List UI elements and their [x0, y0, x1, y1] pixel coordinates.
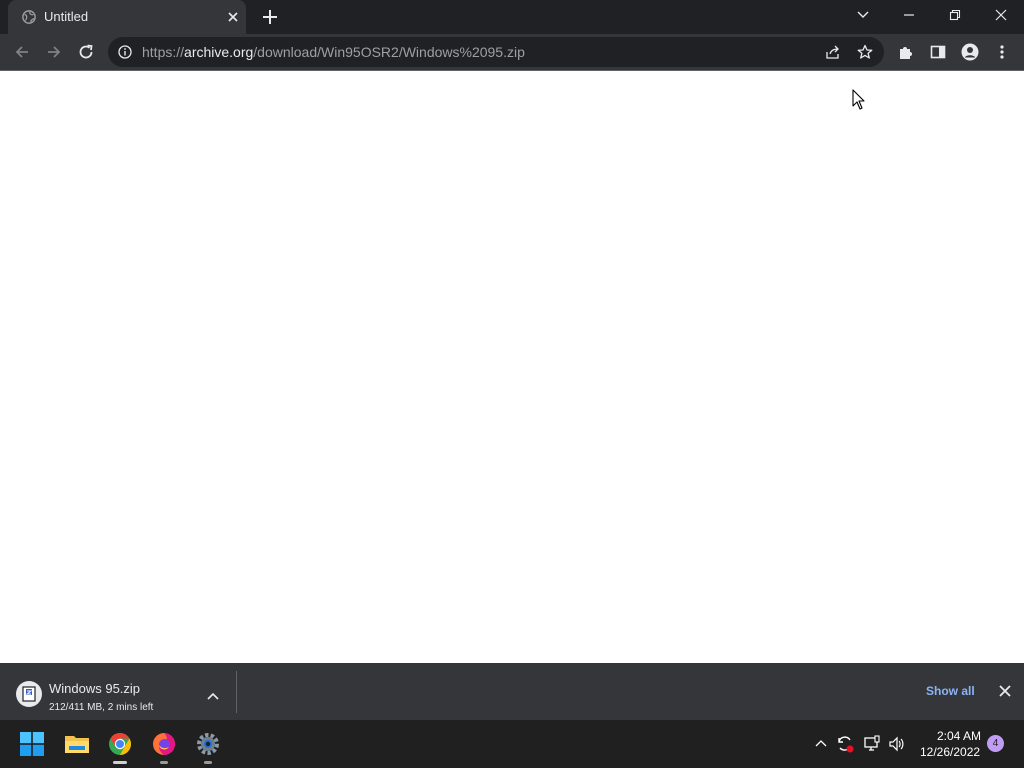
download-progress-text: 212/411 MB, 2 mins left	[49, 702, 154, 713]
restore-icon	[949, 9, 961, 21]
url-domain: archive.org	[184, 44, 254, 60]
url-scheme: https://	[142, 44, 185, 60]
taskbar-settings[interactable]	[192, 728, 224, 764]
taskbar-file-explorer[interactable]	[61, 728, 93, 760]
bookmark-star-icon[interactable]	[857, 44, 873, 60]
file-explorer-icon	[65, 736, 89, 753]
site-info-icon[interactable]	[118, 45, 132, 59]
show-all-button[interactable]: Show all	[926, 684, 975, 698]
share-icon[interactable]	[825, 44, 841, 60]
arrow-right-icon	[48, 46, 61, 58]
browser-tab[interactable]: Untitled	[8, 0, 246, 34]
close-tab-icon[interactable]	[226, 10, 240, 24]
download-item[interactable]: Windows 95.zip 212/411 MB, 2 mins left	[8, 669, 236, 715]
sync-status-button[interactable]	[835, 734, 855, 754]
new-tab-icon[interactable]	[261, 8, 279, 26]
taskbar-chrome[interactable]	[104, 728, 136, 764]
close-window-button[interactable]	[978, 0, 1024, 30]
chevron-down-icon	[857, 11, 869, 18]
close-icon	[995, 9, 1007, 21]
running-indicator	[113, 761, 127, 764]
address-bar[interactable]: https://archive.org/download/Win95OSR2/W…	[108, 37, 884, 67]
settings-icon	[197, 733, 219, 755]
url-text[interactable]: https://archive.org/download/Win95OSR2/W…	[142, 44, 525, 60]
tab-strip: Untitled	[0, 0, 1024, 34]
arrow-left-icon	[15, 46, 28, 58]
reload-button[interactable]	[74, 40, 98, 64]
tab-search-button[interactable]	[840, 0, 886, 30]
puzzle-icon	[900, 47, 912, 59]
profile-button[interactable]	[958, 40, 982, 64]
kebab-menu-icon	[1000, 45, 1004, 59]
running-indicator	[160, 761, 168, 764]
menu-button[interactable]	[990, 40, 1014, 64]
tab-title: Untitled	[44, 9, 89, 24]
start-button[interactable]	[16, 728, 48, 760]
taskbar-firefox[interactable]	[148, 728, 180, 764]
back-button[interactable]	[10, 40, 34, 64]
chrome-icon	[109, 733, 131, 755]
notification-badge[interactable]: 4	[987, 735, 1004, 752]
running-indicator	[204, 761, 212, 764]
download-separator	[236, 671, 237, 713]
speaker-icon	[889, 736, 904, 752]
close-shelf-icon[interactable]	[998, 684, 1012, 698]
sync-alert-icon	[838, 736, 854, 753]
restore-button[interactable]	[932, 0, 978, 30]
profile-icon	[961, 43, 979, 61]
url-path: /download/Win95OSR2/Windows%2095.zip	[253, 44, 525, 60]
clock-date[interactable]: 12/26/2022	[920, 745, 980, 759]
taskbar: 2:04 AM 12/26/2022	[0, 720, 1024, 768]
chevron-up-icon	[815, 740, 827, 747]
browser-toolbar: https://archive.org/download/Win95OSR2/W…	[0, 34, 1024, 70]
globe-icon	[22, 10, 36, 24]
minimize-icon	[904, 14, 914, 16]
minimize-button[interactable]	[886, 0, 932, 30]
volume-button[interactable]	[887, 734, 907, 754]
network-button[interactable]	[862, 734, 882, 754]
download-filename: Windows 95.zip	[49, 681, 141, 696]
side-panel-button[interactable]	[926, 40, 950, 64]
clock-time[interactable]: 2:04 AM	[937, 729, 981, 743]
start-icon	[20, 732, 44, 756]
zip-file-icon	[16, 681, 42, 707]
side-panel-icon	[930, 45, 946, 59]
chevron-up-icon[interactable]	[206, 689, 220, 703]
download-shelf: Windows 95.zip 212/411 MB, 2 mins left S…	[0, 663, 1024, 720]
extensions-button[interactable]	[894, 40, 918, 64]
forward-button[interactable]	[42, 40, 66, 64]
reload-icon	[79, 44, 93, 59]
show-hidden-icons-button[interactable]	[811, 734, 831, 754]
page-viewport[interactable]	[0, 71, 1024, 663]
mouse-cursor-icon	[852, 89, 865, 110]
firefox-icon	[153, 733, 175, 755]
network-icon	[864, 735, 880, 751]
